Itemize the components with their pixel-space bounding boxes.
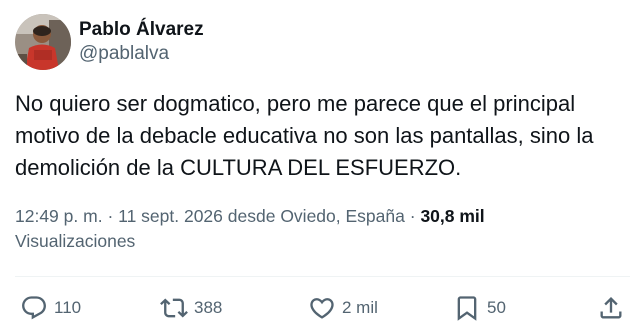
bookmark-button[interactable]: 50 [453,292,506,324]
avatar-photo [15,14,71,70]
meta-separator: · [409,206,416,226]
tweet-location: desde Oviedo, España [227,206,405,226]
reply-button[interactable]: 110 [20,292,81,324]
like-count: 2 mil [342,298,378,317]
tweet-date[interactable]: 11 sept. 2026 [118,206,223,226]
author-display-name[interactable]: Pablo Álvarez [79,18,204,42]
meta-separator: · [107,206,114,226]
avatar[interactable] [15,14,71,70]
bookmark-icon [457,296,477,321]
repost-count: 388 [194,298,223,317]
views-count[interactable]: 30,8 mil [420,206,484,226]
divider [15,276,630,277]
tweet-time[interactable]: 12:49 p. m. [15,206,103,226]
bookmark-count: 50 [487,298,506,317]
views-label[interactable]: Visualizaciones [15,231,135,251]
tweet-meta: 12:49 p. m. · 11 sept. 2026 desde Oviedo… [15,204,630,254]
tweet-header: Pablo Álvarez @pablalva [15,14,204,70]
heart-icon [310,298,334,319]
reply-count: 110 [54,298,82,317]
repost-icon [160,298,188,318]
reply-icon [22,296,46,320]
like-button[interactable]: 2 mil [308,292,378,324]
author-handle[interactable]: @pablalva [79,42,204,66]
author-info: Pablo Álvarez @pablalva [79,18,204,66]
share-icon [600,297,622,319]
action-bar: 110 388 2 mil 50 [0,292,639,324]
repost-button[interactable]: 388 [160,292,222,324]
tweet-text: No quiero ser dogmatico, pero me parece … [15,91,594,180]
share-button[interactable] [597,292,625,324]
